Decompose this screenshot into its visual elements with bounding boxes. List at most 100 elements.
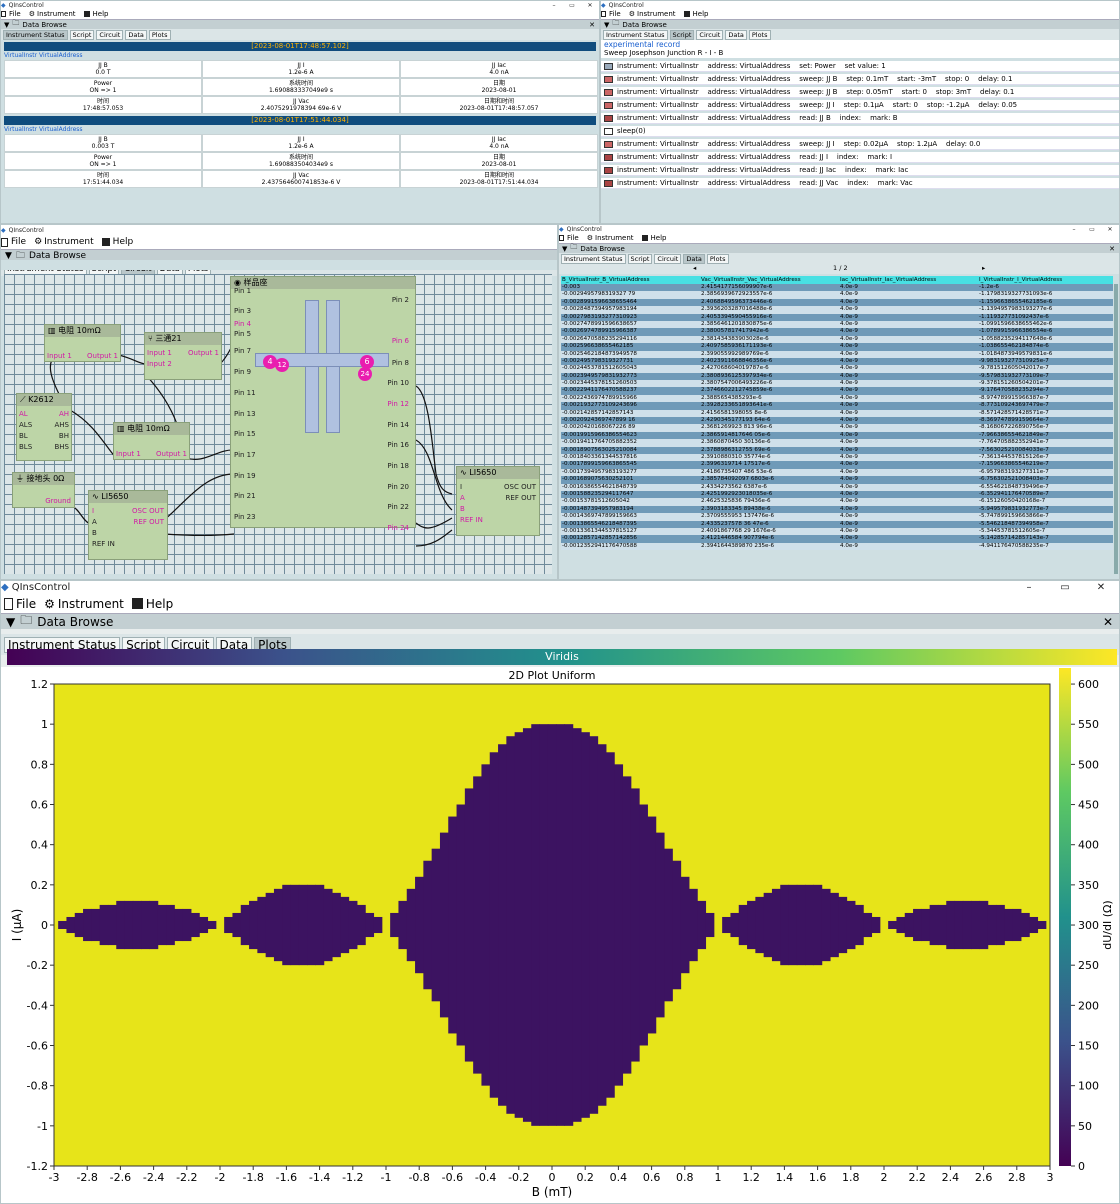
script-step[interactable]: instrument: VirtualInstr address: Virtua… — [601, 74, 1119, 85]
k2612-bhs[interactable]: BHS — [54, 443, 69, 451]
resistor-1-input[interactable]: Input 1 — [47, 352, 72, 360]
data-browse-bar[interactable]: ▼ 🗀 Data Browse ✕ — [559, 243, 1119, 253]
resistor-2-input[interactable]: Input 1 — [116, 450, 141, 458]
table-row[interactable]: -0.0027983193277310923 2.4053394590455916… — [561, 313, 1113, 321]
script-step[interactable]: instrument: VirtualInstr address: Virtua… — [601, 178, 1119, 189]
menu-instrument[interactable]: ⚙ Instrument — [29, 10, 76, 18]
table-column-header[interactable]: I_VirtualInstr_I_VirtualAddress — [978, 276, 1113, 284]
k2612-bls[interactable]: BLS — [19, 443, 32, 451]
lockin-2-i[interactable]: I — [460, 483, 462, 491]
minimize-icon[interactable]: – — [1065, 226, 1083, 233]
tab-script[interactable]: Script — [627, 253, 653, 264]
table-row[interactable]: -0.0017394957983193277 2.4186735407 486 5… — [561, 468, 1113, 477]
menu-help[interactable]: Help — [83, 10, 108, 18]
table-row[interactable]: -0.002495798319327731 2.4023911668846356e… — [561, 357, 1113, 366]
sample-pin-right[interactable]: Pin 6 — [392, 337, 409, 345]
menu-instrument[interactable]: ⚙ Instrument — [629, 10, 676, 18]
sample-pin-right[interactable]: Pin 8 — [392, 359, 409, 367]
tee-output[interactable]: Output 1 — [188, 349, 219, 357]
table-row[interactable]: -0.0014369747899159663 2.3709555953 13747… — [561, 513, 1113, 521]
collapse-icon[interactable]: ▼ — [604, 21, 609, 29]
table-row[interactable]: -0.0018403361344537816 2.3910880310 35774… — [561, 453, 1113, 462]
sample-pin-right[interactable]: Pin 18 — [387, 462, 409, 470]
menu-file[interactable]: File — [1, 237, 26, 247]
script-step[interactable]: instrument: VirtualInstr address: Virtua… — [601, 113, 1119, 124]
table-scrollbar[interactable] — [1114, 284, 1118, 574]
sample-pin-left[interactable]: Pin 13 — [234, 410, 256, 418]
resistor-1[interactable]: ▥ 电阻 10mΩ Input 1 Output 1 — [44, 324, 121, 362]
lockin-2[interactable]: ∿ LI5650 I A B REF IN OSC OUT REF OUT — [456, 466, 540, 536]
tee-splitter[interactable]: ⑂ 三通21 Input 1 Input 2 Output 1 — [144, 332, 222, 380]
sample-pin-right[interactable]: Pin 14 — [387, 421, 409, 429]
k2612-bh[interactable]: BH — [59, 432, 69, 440]
table-row[interactable]: -0.0024453781512605043 2.427068604019787e… — [561, 365, 1113, 373]
k2612-instrument[interactable]: ⟋ K2612 AL AH ALS AHS BL BH BLS BHS — [16, 393, 72, 461]
lockin-2-ref-in[interactable]: REF IN — [460, 516, 483, 524]
sample-pin-right[interactable]: Pin 10 — [387, 379, 409, 387]
menu-instrument[interactable]: ⚙ Instrument — [44, 597, 124, 611]
sample-holder[interactable]: ◉ 样品座 Pin 1 Pin 3 Pin 4 Pin 5 Pin 7 Pin 9 Pin … — [230, 276, 416, 532]
table-row[interactable]: -0.0019915966386554623 2.3865914817646 05… — [561, 431, 1113, 440]
table-row[interactable]: -0.0019411764705882352 2.3860870450 30136… — [561, 439, 1113, 447]
script-step[interactable]: instrument: VirtualInstr address: Virtua… — [601, 100, 1119, 111]
table-row[interactable]: -0.0017899159663865545 2.3996319714 17517… — [561, 461, 1113, 469]
menu-instrument[interactable]: ⚙ Instrument — [34, 237, 94, 247]
lockin-1-i[interactable]: I — [92, 507, 94, 515]
k2612-ah[interactable]: AH — [59, 410, 69, 418]
table-row[interactable]: -0.0012352941176470588 2.3941644389870 23… — [561, 542, 1113, 551]
menu-file[interactable]: File — [601, 10, 621, 18]
sample-pin-left[interactable]: Pin 7 — [234, 347, 251, 355]
sample-pin-right[interactable]: Pin 20 — [387, 483, 409, 491]
table-row[interactable]: -0.0023445378151260503 2.3807547006493226… — [561, 380, 1113, 388]
resistor-2[interactable]: ▥ 电阻 10mΩ Input 1 Output 1 — [113, 422, 190, 460]
tab-plots[interactable]: Plots — [748, 29, 771, 40]
tab-circuit[interactable]: Circuit — [696, 29, 724, 40]
table-row[interactable]: -0.0028991596638655464 2.4068849596373446… — [561, 298, 1113, 307]
maximize-icon[interactable]: ▭ — [563, 2, 581, 9]
table-column-header[interactable]: Iac_VirtualInstr_Iac_VirtualAddress — [839, 276, 978, 284]
sample-pin-right[interactable]: Pin 2 — [392, 296, 409, 304]
table-row[interactable]: -0.0027478991596638657 2.3856461201830875… — [561, 320, 1113, 329]
close-panel-icon[interactable]: ✕ — [589, 21, 595, 29]
table-row[interactable]: -0.001689075630252101 2.385784092097 6803… — [561, 476, 1113, 484]
data-browse-bar[interactable]: ▼ 🗀 Data Browse ✕ — [1, 19, 599, 29]
table-row[interactable]: -0.003 2.4154177156099907e-6 4.0e-9 -1.2e-6 — [561, 284, 1113, 292]
lockin-1-ref-in[interactable]: REF IN — [92, 540, 115, 548]
script-step[interactable]: sleep(0) — [601, 126, 1119, 137]
sample-pin-left[interactable]: Pin 21 — [234, 492, 256, 500]
tab-data[interactable]: Data — [683, 253, 705, 264]
table-row[interactable]: -0.0020924369747899 16 2.4290345177193 64… — [561, 417, 1113, 425]
ground-port[interactable]: Ground — [45, 497, 71, 505]
table-row[interactable]: -0.0022941176470588237 2.3746602212745859… — [561, 387, 1113, 395]
table-row[interactable]: -0.0028487394957983194 2.3936203287016488… — [561, 306, 1113, 314]
close-icon[interactable]: ✕ — [1083, 582, 1119, 593]
sample-pin-right[interactable]: Pin 16 — [387, 441, 409, 449]
tab-plots[interactable]: Plots — [148, 29, 171, 40]
tee-input-2[interactable]: Input 2 — [147, 360, 172, 368]
minimize-icon[interactable]: – — [1011, 582, 1047, 593]
table-row[interactable]: -0.0016386554621848739 2.4334273562 6387e… — [561, 483, 1113, 491]
tab-data[interactable]: Data — [725, 29, 747, 40]
table-row[interactable]: -0.0023949579831932773 2.3808936125397934… — [561, 372, 1113, 381]
table-row[interactable]: -0.002142857142857143 2.4156581398055 8e-… — [561, 409, 1113, 418]
script-step[interactable]: instrument: VirtualInstr address: Virtua… — [601, 87, 1119, 98]
tab-plots[interactable]: Plots — [706, 253, 729, 264]
table-row[interactable]: -0.0020420168067226 89 2.3681269923 813 9… — [561, 424, 1113, 432]
k2612-al[interactable]: AL — [19, 410, 28, 418]
close-panel-icon[interactable]: ✕ — [1103, 615, 1113, 629]
tab-data[interactable]: Data — [125, 29, 147, 40]
tab-script[interactable]: Script — [69, 29, 95, 40]
status-instrument-line[interactable]: VirtualInstr VirtualAddress — [1, 51, 599, 60]
lockin-1[interactable]: ∿ LI5650 I A B REF IN OSC OUT REF OUT — [88, 490, 168, 560]
menu-help[interactable]: Help — [641, 234, 666, 242]
sample-pin-left[interactable]: Pin 15 — [234, 430, 256, 438]
table-row[interactable]: -0.001487394957983194 2.3903183345 89438e… — [561, 505, 1113, 514]
sample-pin-left[interactable]: Pin 1 — [234, 287, 251, 295]
status-instrument-line[interactable]: VirtualInstr VirtualAddress — [1, 125, 599, 134]
script-step[interactable]: instrument: VirtualInstr address: Virtua… — [601, 139, 1119, 150]
menu-file[interactable]: File — [4, 597, 36, 611]
prev-page-icon[interactable]: ◂ — [693, 264, 696, 272]
table-row[interactable]: -0.0026974789915966387 2.380057817417942e… — [561, 328, 1113, 336]
table-row[interactable]: -0.00153781512605042 2.4625325836 79436e-… — [561, 498, 1113, 506]
sample-pin-right[interactable]: Pin 24 — [387, 524, 409, 532]
